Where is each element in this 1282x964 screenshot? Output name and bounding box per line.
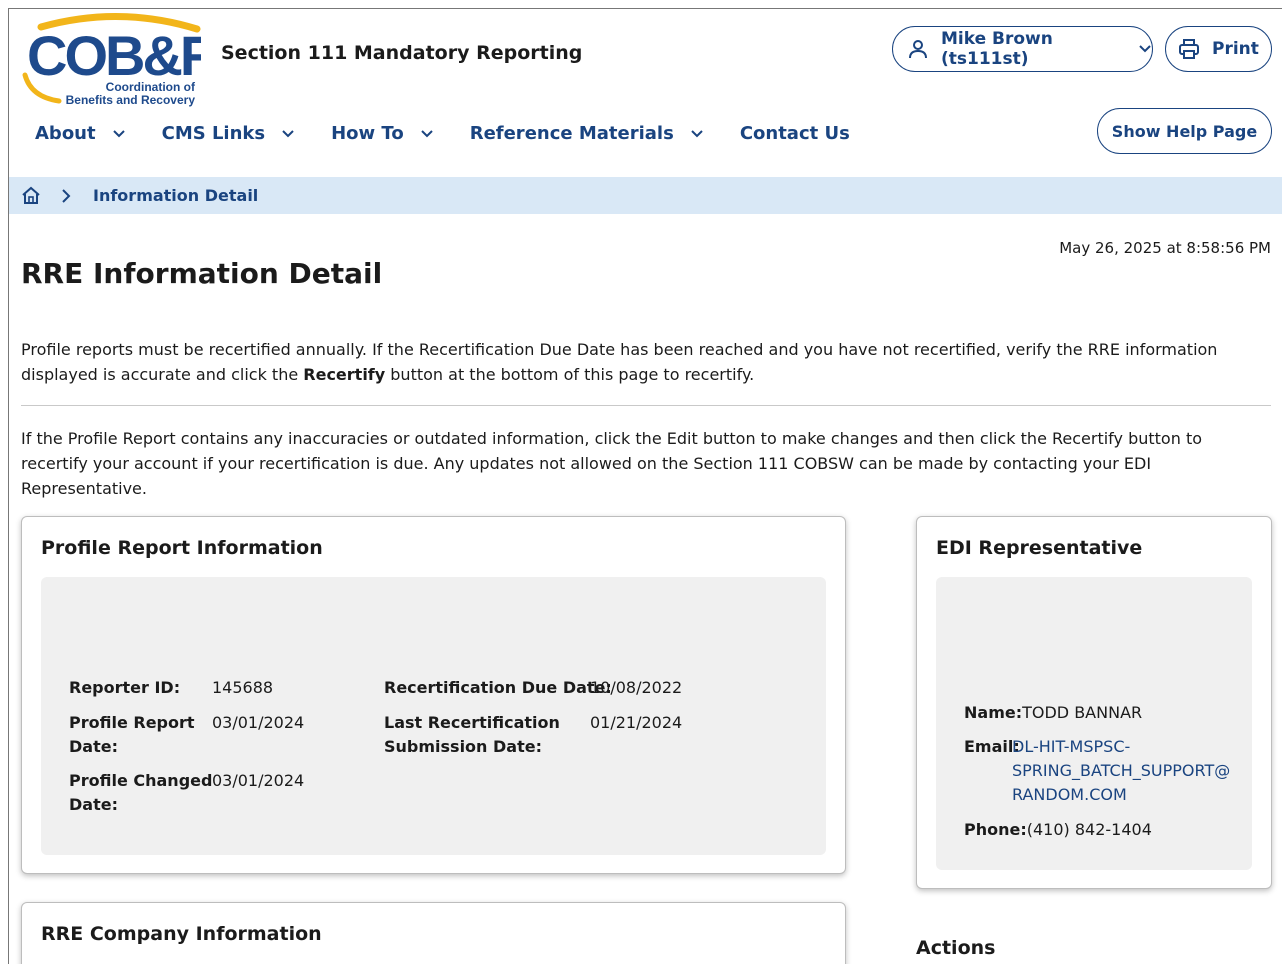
edi-email-link[interactable]: DL-HIT-MSPSC- SPRING_BATCH_SUPPORT@ RANDOM… bbox=[1012, 735, 1230, 807]
edi-phone-label: Phone: bbox=[964, 820, 1027, 839]
logo-sub-1: Coordination of bbox=[106, 80, 196, 94]
edi-name: Name:TODD BANNAR bbox=[964, 701, 1142, 725]
nav-item-label: CMS Links bbox=[161, 123, 266, 144]
timestamp: May 26, 2025 at 8:58:56 PM bbox=[1059, 239, 1271, 257]
logo-sub-2: Benefits and Recovery bbox=[66, 93, 196, 107]
profile-report-date-value: 03/01/2024 bbox=[212, 713, 305, 732]
reporter-id-label: Reporter ID: bbox=[69, 678, 181, 697]
reporter-id-value: 145688 bbox=[212, 678, 274, 697]
nav-item-how-to[interactable]: How To bbox=[331, 123, 434, 144]
label-line: Profile Changed bbox=[69, 771, 213, 790]
edi-representative-card: EDI Representative Name:TODD BANNAR Emai… bbox=[916, 516, 1272, 889]
nav-item-label: Contact Us bbox=[739, 123, 850, 144]
profile-changed-date-label: Profile Changed Date: bbox=[69, 769, 212, 817]
label-line: Submission Date: bbox=[384, 737, 542, 756]
last-recert-date-label: Last Recertification Submission Date: bbox=[384, 711, 560, 759]
edit-instructions: If the Profile Report contains any inacc… bbox=[21, 429, 1202, 498]
para1-text-b: button at the bottom of this page to rec… bbox=[385, 365, 755, 384]
printer-icon bbox=[1178, 38, 1200, 60]
nav-item-label: How To bbox=[331, 123, 404, 144]
chevron-down-icon bbox=[690, 129, 704, 139]
show-help-page-button[interactable]: Show Help Page bbox=[1097, 108, 1272, 154]
rre-company-card: RRE Company Information bbox=[21, 902, 846, 964]
breadcrumb-current[interactable]: Information Detail bbox=[93, 186, 258, 205]
profile-report-date-label: Profile Report Date: bbox=[69, 711, 195, 759]
edi-name-value: TODD BANNAR bbox=[1022, 703, 1143, 722]
edi-phone: Phone:(410) 842-1404 bbox=[964, 818, 1152, 842]
home-icon[interactable] bbox=[21, 186, 41, 206]
site-title: Section 111 Mandatory Reporting bbox=[221, 42, 583, 64]
chevron-right-icon bbox=[61, 188, 71, 204]
label-line: Last Recertification bbox=[384, 713, 560, 732]
recert-due-date-label: Recertification Due Date: bbox=[384, 678, 612, 697]
nav-item-cms-links[interactable]: CMS Links bbox=[162, 123, 296, 144]
nav-item-label: Reference Materials bbox=[469, 123, 674, 144]
chevron-down-icon bbox=[112, 129, 126, 139]
user-name: Mike Brown (ts111st) bbox=[941, 29, 1053, 69]
card-title: EDI Representative bbox=[936, 537, 1143, 559]
para1-recertify: Recertify bbox=[303, 365, 386, 384]
print-button[interactable]: Print bbox=[1165, 26, 1272, 72]
recertify-instructions: Profile reports must be recertified annu… bbox=[21, 337, 1271, 387]
edi-phone-value: (410) 842-1404 bbox=[1026, 820, 1152, 839]
edi-panel: Name:TODD BANNAR Email: DL-HIT-MSPSC- SPR… bbox=[936, 577, 1252, 870]
profile-report-card: Profile Report Information Reporter ID: … bbox=[21, 516, 846, 874]
label-line: Date: bbox=[69, 795, 118, 814]
email-line: SPRING_BATCH_SUPPORT@ bbox=[1012, 761, 1231, 780]
edi-name-label: Name: bbox=[964, 703, 1023, 722]
actions-heading: Actions bbox=[916, 937, 996, 959]
card-title: Profile Report Information bbox=[41, 537, 323, 559]
chevron-down-icon bbox=[420, 129, 434, 139]
label-line: Date: bbox=[69, 737, 118, 756]
page-title: RRE Information Detail bbox=[21, 257, 383, 290]
chevron-down-icon bbox=[281, 129, 295, 139]
email-line: DL-HIT-MSPSC- bbox=[1012, 737, 1131, 756]
nav-item-reference-materials[interactable]: Reference Materials bbox=[470, 123, 704, 144]
breadcrumb: Information Detail bbox=[9, 177, 1282, 214]
logo-text: COB&R bbox=[27, 24, 201, 87]
recert-due-date-value: 10/08/2022 bbox=[590, 678, 683, 697]
last-recert-date-value: 01/21/2024 bbox=[590, 713, 683, 732]
nav-item-about[interactable]: About bbox=[35, 123, 126, 144]
nav-item-label: About bbox=[35, 123, 96, 144]
divider bbox=[21, 405, 1271, 406]
profile-changed-date-value: 03/01/2024 bbox=[212, 771, 305, 790]
user-menu-button[interactable]: Mike Brown (ts111st) bbox=[892, 26, 1153, 72]
cobr-logo[interactable]: COB&R Coordination of Benefits and Recov… bbox=[19, 11, 201, 107]
nav-item-contact-us[interactable]: Contact Us bbox=[740, 123, 850, 144]
page-frame: COB&R Coordination of Benefits and Recov… bbox=[8, 8, 1282, 964]
print-label: Print bbox=[1212, 39, 1259, 59]
profile-panel: Reporter ID: 145688 Profile Report Date: … bbox=[41, 577, 826, 855]
card-title: RRE Company Information bbox=[41, 923, 322, 945]
user-icon bbox=[907, 38, 929, 60]
main-nav: About CMS Links How To Reference Materia… bbox=[35, 123, 886, 144]
chevron-down-icon bbox=[1138, 44, 1152, 54]
email-line: RANDOM.COM bbox=[1012, 785, 1127, 804]
label-line: Profile Report bbox=[69, 713, 195, 732]
